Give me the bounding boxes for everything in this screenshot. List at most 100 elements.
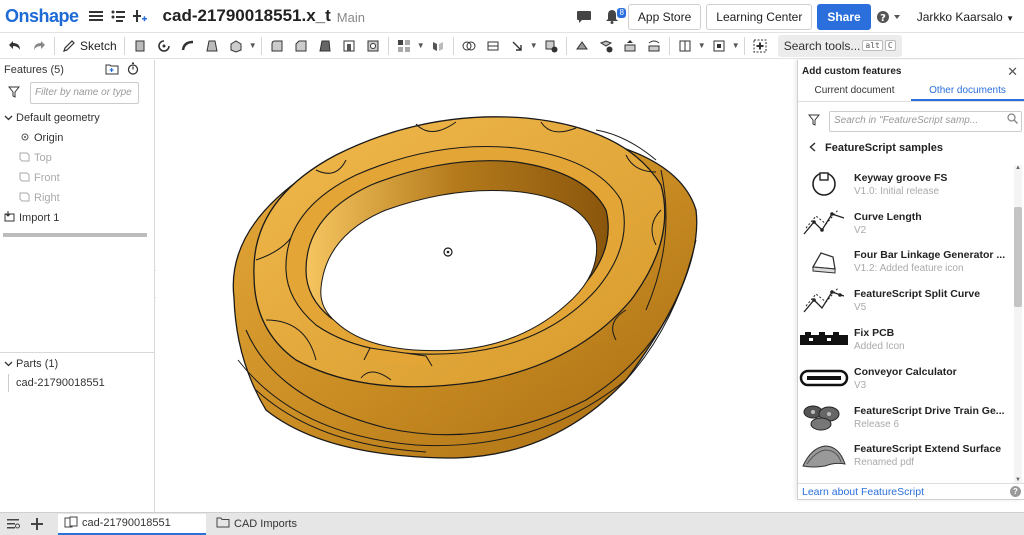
filter-icon[interactable] — [807, 114, 821, 129]
shell-icon[interactable] — [362, 35, 384, 57]
rollback-bar[interactable] — [3, 233, 147, 237]
tree-item-front-plane[interactable]: Front — [0, 168, 154, 188]
chevron-down-icon[interactable]: ▼ — [416, 41, 426, 50]
breadcrumb[interactable]: FeatureScript samples — [798, 136, 1024, 160]
boolean-icon[interactable] — [458, 35, 480, 57]
ring-part-model[interactable] — [156, 60, 797, 512]
sweep-icon[interactable] — [177, 35, 199, 57]
add-custom-feature-icon[interactable] — [749, 35, 771, 57]
tree-item-top-plane[interactable]: Top — [0, 148, 154, 168]
tab-part-studio[interactable]: cad-21790018551 — [58, 513, 206, 535]
modify-fillet-icon[interactable] — [571, 35, 593, 57]
panel-divider[interactable] — [0, 352, 155, 353]
tree-item-label: Origin — [34, 132, 64, 144]
linkage-icon — [798, 245, 850, 279]
rib-icon[interactable] — [338, 35, 360, 57]
mirror-icon[interactable] — [427, 35, 449, 57]
default-geometry-row[interactable]: Default geometry — [0, 108, 154, 128]
tab-other-documents[interactable]: Other documents — [911, 82, 1024, 101]
learning-center-button[interactable]: Learning Center — [706, 3, 813, 30]
chevron-down-icon[interactable] — [4, 113, 16, 123]
notifications-icon[interactable]: 8 — [601, 6, 626, 28]
transform-icon[interactable] — [506, 35, 528, 57]
replace-face-icon[interactable] — [643, 35, 665, 57]
redo-icon[interactable] — [28, 35, 50, 57]
feature-version: V3 — [854, 379, 867, 391]
document-title[interactable]: cad-21790018551.x_t — [163, 6, 331, 26]
add-folder-icon[interactable] — [105, 63, 119, 78]
user-name-label: Jarkko Kaarsalo — [916, 9, 1003, 24]
draft-icon[interactable] — [314, 35, 336, 57]
insert-feature-icon[interactable] — [129, 5, 151, 27]
add-tab-icon[interactable] — [26, 514, 48, 534]
app-store-button[interactable]: App Store — [627, 3, 702, 30]
tree-item-right-plane[interactable]: Right — [0, 188, 154, 208]
graphics-viewport[interactable] — [156, 60, 797, 512]
delete-face-icon[interactable] — [595, 35, 617, 57]
share-button[interactable]: Share — [817, 3, 871, 30]
pattern-icon[interactable] — [393, 35, 415, 57]
stopwatch-icon[interactable] — [127, 62, 139, 78]
close-icon[interactable]: ✕ — [1007, 64, 1018, 80]
search-tools-button[interactable]: Search tools... alt C — [777, 34, 902, 57]
chevron-down-icon[interactable]: ▼ — [529, 41, 539, 50]
chevron-down-icon[interactable]: ▼ — [248, 41, 258, 50]
list-item[interactable]: Curve Length V2 — [798, 204, 1013, 243]
list-item[interactable]: Four Bar Linkage Generator ... V1.2: Adde… — [798, 243, 1013, 282]
feature-version: Added Icon — [854, 341, 905, 353]
comments-icon[interactable] — [573, 6, 595, 28]
list-item[interactable]: FeatureScript Drive Train Ge... Release 6 — [798, 398, 1013, 437]
learn-featurescript-link[interactable]: Learn about FeatureScript — [802, 486, 924, 498]
tab-cad-imports[interactable]: CAD Imports — [210, 514, 340, 535]
toolbar-divider — [668, 36, 670, 55]
sketch-button[interactable]: Sketch — [58, 39, 121, 53]
mate-connector-icon[interactable] — [708, 35, 730, 57]
tab-manager-icon[interactable] — [2, 514, 24, 534]
fillet-icon[interactable] — [266, 35, 288, 57]
onshape-logo[interactable]: Onshape — [5, 6, 79, 27]
scroll-up-arrow-icon[interactable]: ▲ — [1015, 165, 1021, 171]
chevron-down-icon[interactable]: ▼ — [731, 41, 741, 50]
parts-header[interactable]: Parts (1) — [0, 354, 58, 374]
plane-icon — [19, 172, 34, 185]
chevron-left-icon[interactable] — [809, 141, 825, 155]
move-face-icon[interactable] — [619, 35, 641, 57]
undo-icon[interactable] — [4, 35, 26, 57]
list-item[interactable]: FeatureScript Split Curve V5 — [798, 281, 1013, 320]
delete-part-icon[interactable] — [540, 35, 562, 57]
list-item[interactable]: Conveyor Calculator V3 — [798, 359, 1013, 398]
search-placeholder: Search in "FeatureScript samp... — [834, 114, 979, 126]
split-icon[interactable] — [482, 35, 504, 57]
user-menu[interactable]: Jarkko Kaarsalo ▼ — [917, 10, 1014, 24]
filter-icon[interactable] — [7, 86, 21, 101]
list-item[interactable]: Keyway groove FS V1.0: Initial release — [798, 165, 1013, 204]
chevron-down-icon[interactable] — [4, 358, 16, 370]
tab-current-document[interactable]: Current document — [798, 82, 911, 101]
bottom-tab-bar: cad-21790018551 CAD Imports — [0, 512, 1024, 535]
extrude-icon[interactable] — [129, 35, 151, 57]
thicken-icon[interactable] — [225, 35, 247, 57]
branch-label[interactable]: Main — [337, 10, 365, 25]
tree-item-import[interactable]: Import 1 — [0, 208, 154, 228]
feature-list-icon[interactable] — [107, 5, 129, 27]
part-list-item[interactable]: cad-21790018551 — [0, 373, 105, 393]
scrollbar-thumb[interactable] — [1014, 207, 1022, 307]
tree-item-origin[interactable]: Origin — [0, 128, 154, 148]
tree-item-label: Top — [34, 152, 52, 164]
hamburger-menu-icon[interactable] — [85, 5, 107, 27]
features-title: Features (5) — [4, 64, 64, 76]
help-menu-icon[interactable]: ? — [875, 6, 903, 28]
feature-search-input[interactable]: Search in "FeatureScript samp... — [829, 110, 1022, 132]
search-icon[interactable] — [1007, 112, 1018, 127]
list-item[interactable]: Fix PCB Added Icon — [798, 320, 1013, 359]
chevron-down-icon[interactable]: ▼ — [697, 41, 707, 50]
feature-list-scrollbar[interactable]: ▲ ▼ — [1014, 165, 1022, 483]
feature-filter-input[interactable]: Filter by name or type — [30, 82, 139, 104]
list-item[interactable]: FeatureScript Extend Surface Renamed pdf — [798, 437, 1013, 476]
help-icon[interactable]: ? — [1010, 486, 1021, 497]
loft-icon[interactable] — [201, 35, 223, 57]
chamfer-icon[interactable] — [290, 35, 312, 57]
plane-icon[interactable] — [674, 35, 696, 57]
dialog-footer: Learn about FeatureScript ? — [798, 483, 1024, 500]
revolve-icon[interactable] — [153, 35, 175, 57]
